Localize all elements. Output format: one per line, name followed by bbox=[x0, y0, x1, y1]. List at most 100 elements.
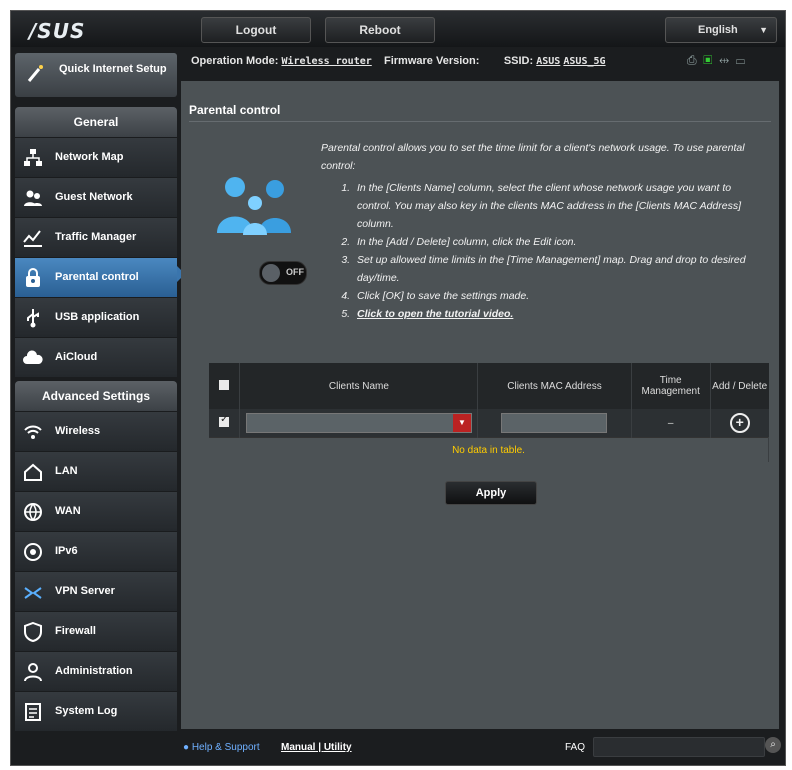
client-name-select[interactable]: ▼ bbox=[245, 413, 472, 433]
sidebar-item-label: Guest Network bbox=[55, 191, 133, 203]
usb-status-icon[interactable]: ⇹ bbox=[719, 53, 729, 67]
network-status-icon[interactable]: ▣ bbox=[703, 53, 712, 67]
manual-link[interactable]: Manual bbox=[281, 742, 315, 753]
vpn-icon bbox=[24, 587, 42, 599]
step-item: In the [Clients Name] column, select the… bbox=[353, 179, 759, 233]
router-admin-window: /SUS Logout Reboot English ▼ Quick Inter… bbox=[10, 10, 786, 766]
step-item: Click [OK] to save the settings made. bbox=[353, 287, 759, 305]
sidebar-item-label: Wireless bbox=[55, 425, 101, 437]
sidebar-item-label: LAN bbox=[55, 465, 78, 477]
sidebar-item-administration[interactable]: Administration bbox=[15, 651, 177, 691]
step-item: Click to open the tutorial video. bbox=[353, 305, 759, 323]
sidebar-item-parental-control[interactable]: Parental control bbox=[15, 257, 177, 297]
sidebar-item-label: USB application bbox=[55, 311, 140, 323]
table-input-row: ▼ – + bbox=[209, 409, 769, 438]
sidebar-item-vpn-server[interactable]: VPN Server bbox=[15, 571, 177, 611]
wireless-icon bbox=[24, 425, 42, 439]
sidebar-item-lan[interactable]: LAN bbox=[15, 451, 177, 491]
steps-list: In the [Clients Name] column, select the… bbox=[321, 179, 759, 323]
clients-table: Clients Name Clients MAC Address Time Ma… bbox=[209, 363, 769, 462]
empty-message: No data in table. bbox=[209, 437, 769, 462]
ssid-link-5g[interactable]: ASUS_5G bbox=[563, 56, 605, 67]
step-item: In the [Add / Delete] column, click the … bbox=[353, 233, 759, 251]
advanced-settings-section: Advanced Settings Wireless LAN WAN IPv6 … bbox=[15, 381, 177, 731]
sidebar-item-wan[interactable]: WAN bbox=[15, 491, 177, 531]
parental-control-toggle[interactable]: OFF bbox=[259, 261, 307, 285]
sidebar-item-label: VPN Server bbox=[55, 585, 115, 597]
family-icon bbox=[217, 177, 291, 235]
search-icon[interactable]: ⌕ bbox=[765, 737, 781, 753]
client-mac-input[interactable] bbox=[501, 413, 608, 433]
sidebar-item-label: IPv6 bbox=[55, 545, 78, 557]
faq-search-input[interactable] bbox=[593, 737, 765, 757]
ssid-link-2g[interactable]: ASUS bbox=[536, 56, 560, 67]
language-select[interactable]: English ▼ bbox=[665, 17, 777, 43]
usb-icon bbox=[27, 309, 39, 328]
advanced-settings-header: Advanced Settings bbox=[15, 381, 177, 411]
firewall-icon bbox=[24, 622, 42, 642]
row-checkbox[interactable] bbox=[219, 414, 230, 427]
sidebar-item-wireless[interactable]: Wireless bbox=[15, 411, 177, 451]
operation-mode-link[interactable]: Wireless router bbox=[281, 56, 371, 67]
asus-logo: /SUS bbox=[29, 19, 86, 43]
time-management-cell: – bbox=[631, 409, 711, 438]
quick-setup-label: Quick Internet Setup bbox=[59, 63, 167, 75]
quick-internet-setup-button[interactable]: Quick Internet Setup bbox=[15, 53, 177, 97]
page-title: Parental control bbox=[189, 103, 281, 117]
toggle-knob bbox=[262, 264, 280, 282]
printer-status-icon[interactable]: ⎙ bbox=[687, 53, 697, 67]
logout-button[interactable]: Logout bbox=[201, 17, 311, 43]
lock-status-icon[interactable]: ▭ bbox=[736, 53, 745, 67]
tutorial-link[interactable]: Click to open the tutorial video. bbox=[357, 308, 513, 320]
general-section: General Network Map Guest Network Traffi… bbox=[15, 107, 177, 377]
sidebar-item-label: Firewall bbox=[55, 625, 96, 637]
apply-button[interactable]: Apply bbox=[445, 481, 537, 505]
step-item: Set up allowed time limits in the [Time … bbox=[353, 251, 759, 287]
help-support-link[interactable]: ● Help & Support bbox=[183, 742, 260, 753]
sidebar-item-label: Network Map bbox=[55, 151, 124, 163]
sidebar-item-firewall[interactable]: Firewall bbox=[15, 611, 177, 651]
status-icons: ⎙ ▣ ⇹ ▭ bbox=[687, 53, 745, 68]
language-label: English bbox=[698, 24, 738, 36]
footer: ● Help & Support Manual | Utility FAQ ⌕ bbox=[181, 733, 781, 763]
operation-info: Operation Mode: Wireless router Firmware… bbox=[191, 55, 606, 67]
sidebar-item-label: Parental control bbox=[55, 271, 139, 283]
toggle-state: OFF bbox=[286, 267, 304, 277]
sidebar-item-label: System Log bbox=[55, 705, 118, 717]
intro-text: Parental control allows you to set the t… bbox=[321, 142, 745, 172]
sidebar-item-label: WAN bbox=[55, 505, 81, 517]
col-clients-mac: Clients MAC Address bbox=[477, 363, 632, 409]
help-icon: ● bbox=[183, 742, 190, 753]
sidebar-item-aicloud[interactable]: AiCloud bbox=[15, 337, 177, 377]
add-icon[interactable]: + bbox=[729, 413, 750, 433]
administration-icon bbox=[24, 663, 42, 682]
utility-link[interactable]: Utility bbox=[324, 742, 352, 753]
sidebar-item-system-log[interactable]: System Log bbox=[15, 691, 177, 731]
sidebar-item-guest-network[interactable]: Guest Network bbox=[15, 177, 177, 217]
magic-wand-icon bbox=[27, 65, 43, 82]
sidebar-item-usb-application[interactable]: USB application bbox=[15, 297, 177, 337]
ssid-label: SSID: bbox=[503, 55, 534, 67]
sidebar-item-traffic-manager[interactable]: Traffic Manager bbox=[15, 217, 177, 257]
select-all-cell bbox=[209, 363, 241, 409]
col-time-management: Time Management bbox=[631, 363, 711, 409]
select-all-checkbox[interactable] bbox=[219, 379, 230, 390]
title-divider bbox=[189, 121, 771, 122]
network-map-icon bbox=[24, 149, 42, 166]
help-support-label: Help & Support bbox=[191, 742, 260, 753]
reboot-button[interactable]: Reboot bbox=[325, 17, 435, 43]
client-mac-cell bbox=[477, 409, 632, 438]
sidebar-item-ipv6[interactable]: IPv6 bbox=[15, 531, 177, 571]
sidebar-item-label: Administration bbox=[55, 665, 133, 677]
sidebar-item-label: AiCloud bbox=[55, 351, 98, 363]
wan-icon bbox=[24, 503, 42, 521]
description: Parental control allows you to set the t… bbox=[321, 139, 759, 323]
chevron-down-icon[interactable]: ▼ bbox=[452, 414, 471, 432]
parental-control-icon bbox=[26, 268, 40, 287]
faq-label: FAQ bbox=[565, 742, 586, 753]
system-log-icon bbox=[25, 703, 41, 721]
col-add-delete: Add / Delete bbox=[710, 363, 769, 409]
main-panel: Parental control OFF Parental control al… bbox=[181, 81, 779, 729]
sidebar-item-network-map[interactable]: Network Map bbox=[15, 137, 177, 177]
col-clients-name: Clients Name bbox=[239, 363, 479, 409]
